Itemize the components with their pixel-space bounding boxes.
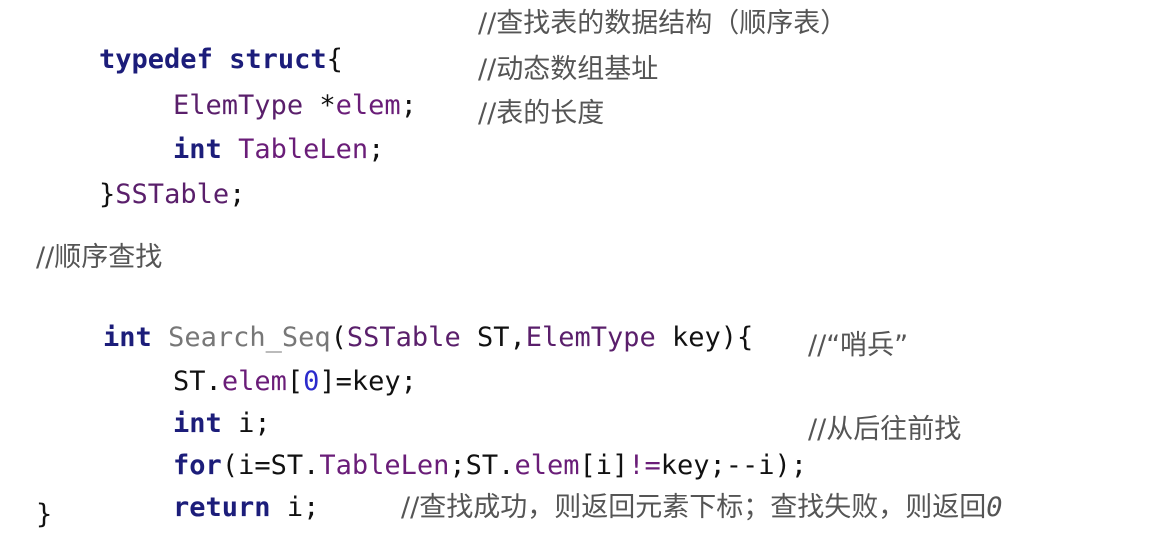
code-line-2: ElemType *elem; — [108, 52, 417, 121]
semicolon: ; — [400, 90, 417, 121]
assign-key: ]=key; — [319, 366, 417, 397]
comment-elem: //动态数组基址 — [478, 54, 659, 85]
code-line-3: int TableLen; — [108, 96, 384, 165]
code-line-for: for(i=ST.TableLen;ST.elem[i]!=key;--i); — [108, 412, 807, 481]
param-st: ST, — [460, 322, 526, 353]
code-line-4: }SSTable; — [34, 141, 245, 210]
code-line-close: } — [36, 499, 53, 530]
code-line-return: return i; — [108, 454, 319, 523]
comment-sentinel: //“哨兵” — [808, 330, 909, 361]
comment-sequential-search: //顺序查找 — [36, 242, 163, 273]
code-line-int-i: int i; — [108, 370, 271, 439]
comment-struct-desc: //查找表的数据结构（顺序表） — [478, 8, 848, 39]
semicolon: ; — [368, 134, 385, 165]
code-line-1: typedef struct{ — [34, 6, 343, 75]
param-key: key){ — [655, 322, 754, 353]
bracket-open: [ — [286, 366, 304, 397]
keyword-return: return — [173, 492, 271, 523]
semicolon: ; — [229, 179, 246, 210]
type-elemtype-param: ElemType — [525, 322, 656, 353]
return-value: i; — [270, 492, 320, 523]
comment-backward: //从后往前找 — [808, 414, 962, 445]
comment-return-text: //查找成功，则返回元素下标；查找失败，则返回 — [401, 492, 987, 523]
code-line-signature: int Search_Seq(SSTable ST,ElemType key){ — [38, 284, 753, 353]
code-snippet: typedef struct{ //查找表的数据结构（顺序表） ElemType… — [0, 0, 1155, 535]
comment-return-zero: 0 — [986, 492, 1003, 523]
close-brace: } — [99, 179, 116, 210]
comment-tablelen: //表的长度 — [478, 98, 605, 129]
comment-return: //查找成功，则返回元素下标；查找失败，则返回0 — [336, 454, 1002, 523]
number-zero: 0 — [303, 366, 320, 397]
field-tablelen: TableLen — [238, 134, 369, 165]
code-line-sentinel: ST.elem[0]=key; — [108, 328, 417, 397]
type-sstable: SSTable — [115, 179, 230, 210]
